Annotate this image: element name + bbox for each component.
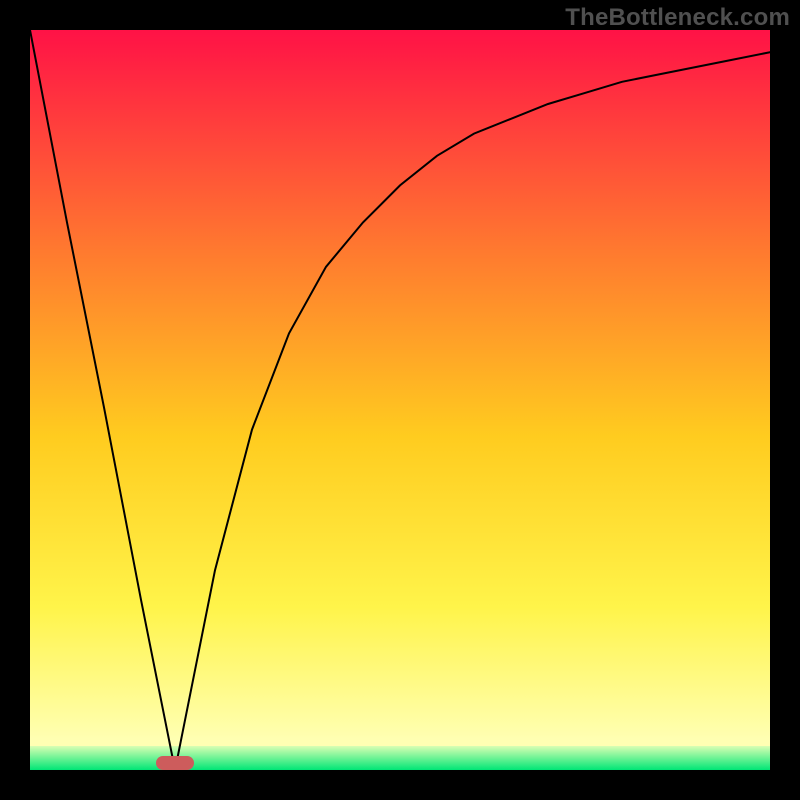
optimal-marker [156, 756, 194, 770]
plot-area [30, 30, 770, 770]
chart-frame: TheBottleneck.com [0, 0, 800, 800]
watermark-text: TheBottleneck.com [565, 4, 790, 32]
bottleneck-curve [30, 30, 770, 770]
